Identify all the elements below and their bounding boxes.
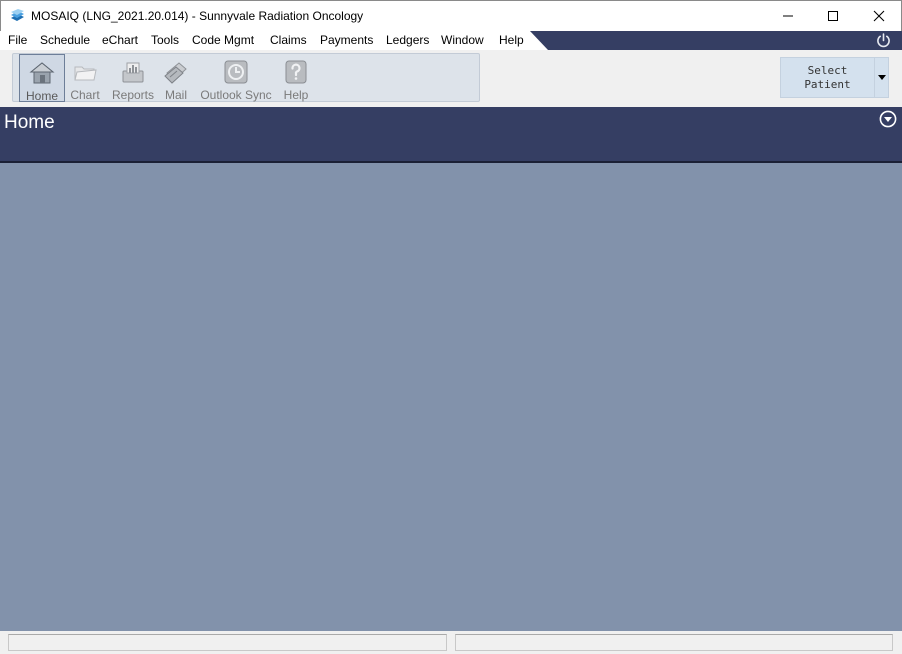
outlook-sync-label: Outlook Sync xyxy=(200,88,272,102)
select-patient-dropdown[interactable] xyxy=(875,57,889,98)
page-title: Home xyxy=(4,112,55,133)
maximize-icon xyxy=(828,11,838,21)
page-header: Home xyxy=(0,107,902,161)
chart-button[interactable]: Chart xyxy=(67,54,103,102)
menu-tools[interactable]: Tools xyxy=(151,33,179,47)
mail-icon xyxy=(164,62,187,84)
status-bar xyxy=(0,631,902,654)
reports-icon xyxy=(122,62,144,83)
main-workspace xyxy=(0,163,902,631)
mail-label: Mail xyxy=(164,88,187,102)
status-panel-left xyxy=(8,634,447,651)
mail-button[interactable]: Mail xyxy=(161,54,191,102)
help-toolbar-label: Help xyxy=(283,88,309,102)
minimize-button[interactable] xyxy=(765,1,811,31)
select-patient-line2: Patient xyxy=(804,78,851,91)
chart-folder-icon xyxy=(74,66,97,81)
menu-ledgers[interactable]: Ledgers xyxy=(386,33,429,47)
minimize-icon xyxy=(783,15,793,17)
menu-file[interactable]: File xyxy=(8,33,27,47)
outlook-sync-button[interactable]: Outlook Sync xyxy=(199,54,273,102)
mosaiq-app-icon xyxy=(11,9,24,21)
menu-code-mgmt[interactable]: Code Mgmt xyxy=(192,33,254,47)
menu-bar: File Schedule eChart Tools Code Mgmt Cla… xyxy=(0,31,902,50)
window-title: MOSAIQ (LNG_2021.20.014) - Sunnyvale Rad… xyxy=(31,9,364,23)
home-icon xyxy=(29,62,55,84)
menu-claims[interactable]: Claims xyxy=(270,33,307,47)
reports-label: Reports xyxy=(111,88,155,102)
close-icon xyxy=(873,10,885,22)
toolbar-panel: Home Chart Reports Mail Outlook Sync Hel… xyxy=(12,53,480,103)
title-bar: MOSAIQ (LNG_2021.20.014) - Sunnyvale Rad… xyxy=(0,0,902,31)
outlook-sync-icon xyxy=(224,60,248,84)
menu-help[interactable]: Help xyxy=(499,33,524,47)
select-patient-button[interactable]: Select Patient xyxy=(780,57,875,98)
select-patient-line1: Select xyxy=(807,64,848,77)
menu-schedule[interactable]: Schedule xyxy=(40,33,90,47)
reports-button[interactable]: Reports xyxy=(110,54,156,102)
help-icon xyxy=(285,60,307,84)
chart-label: Chart xyxy=(70,88,100,102)
help-toolbar-button[interactable]: Help xyxy=(281,54,311,102)
power-icon[interactable] xyxy=(875,32,892,49)
maximize-button[interactable] xyxy=(810,1,856,31)
menu-echart[interactable]: eChart xyxy=(102,33,138,47)
menu-window[interactable]: Window xyxy=(441,33,484,47)
collapse-icon[interactable] xyxy=(879,110,897,128)
menu-payments[interactable]: Payments xyxy=(320,33,373,47)
menu-bar-accent xyxy=(530,31,902,50)
status-panel-right xyxy=(455,634,893,651)
home-button[interactable]: Home xyxy=(19,54,65,103)
home-label: Home xyxy=(25,89,58,103)
toolbar: Home Chart Reports Mail Outlook Sync Hel… xyxy=(0,50,902,107)
close-button[interactable] xyxy=(856,1,902,31)
dropdown-arrow-icon xyxy=(877,75,886,80)
